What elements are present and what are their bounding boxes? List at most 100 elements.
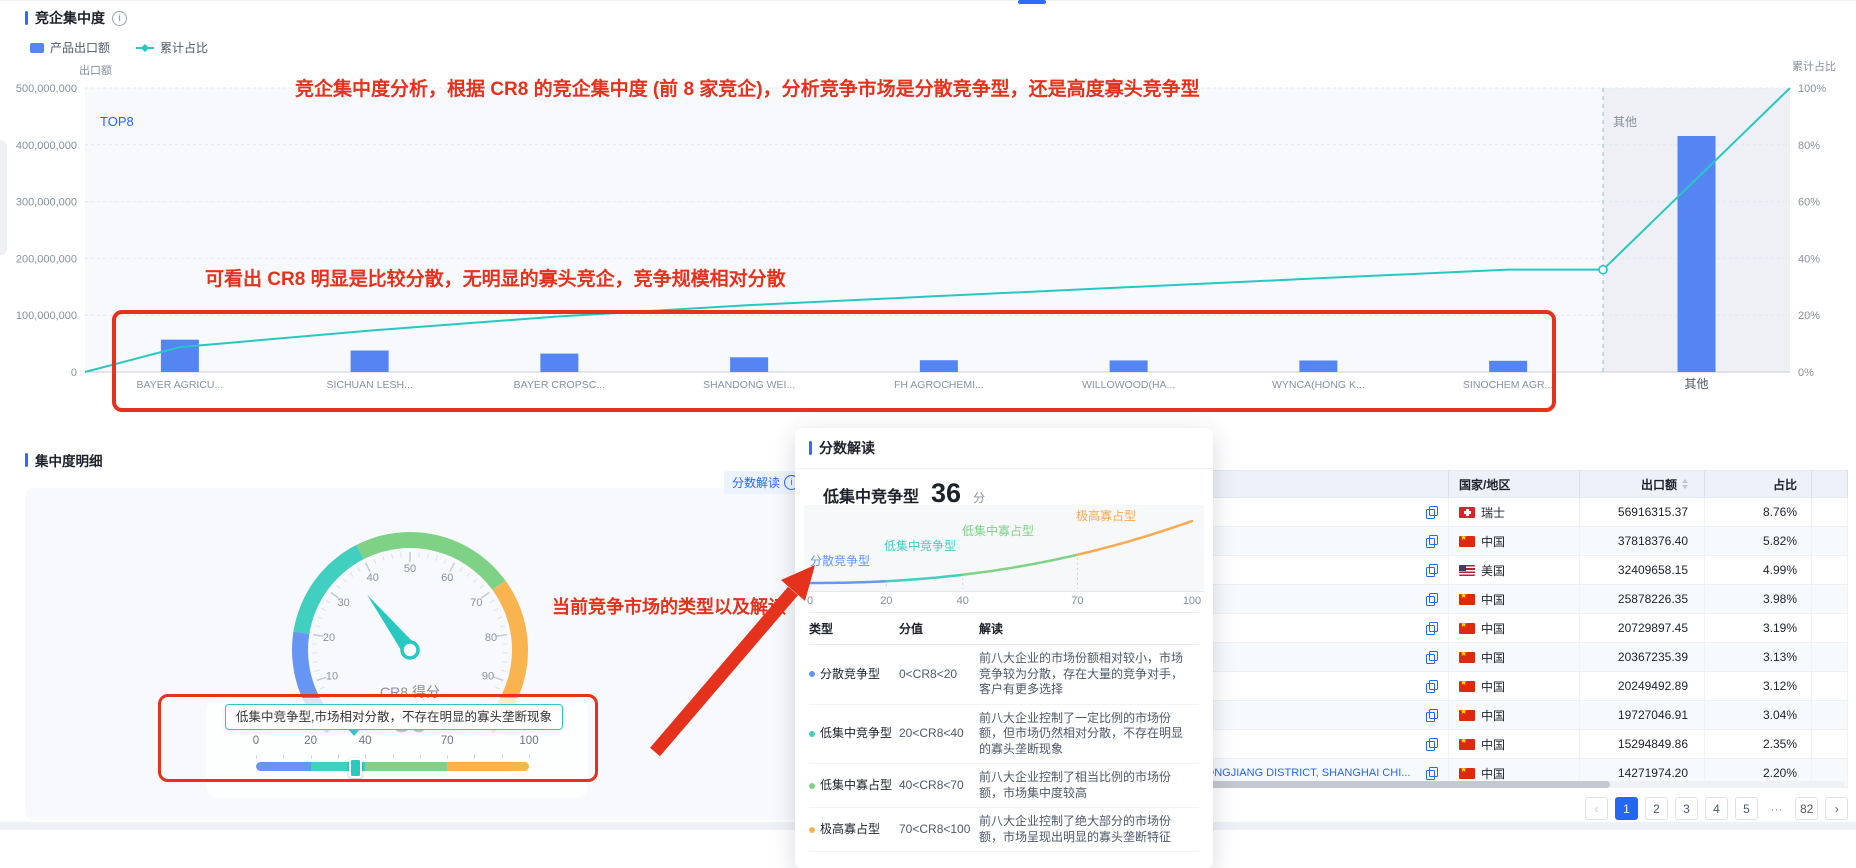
svg-text:20: 20: [323, 632, 335, 644]
svg-text:90: 90: [482, 670, 494, 682]
pagination-page-button[interactable]: 2: [1645, 797, 1668, 820]
share-value: 3.19%: [1705, 614, 1812, 642]
svg-text:100,000,000: 100,000,000: [16, 310, 77, 322]
column-header-share: 占比: [1773, 476, 1797, 493]
svg-text:500,000,000: 500,000,000: [16, 83, 77, 95]
country-flag-icon: [1459, 681, 1475, 692]
svg-text:0%: 0%: [1798, 367, 1814, 379]
share-value: 3.12%: [1705, 672, 1812, 700]
copy-icon[interactable]: [1426, 535, 1438, 548]
annotation-mid: 可看出 CR8 明显是比较分散，无明显的寡头竞企，竞争规模相对分散: [205, 264, 786, 291]
svg-text:40: 40: [367, 572, 379, 584]
export-value: 19727046.91: [1580, 701, 1705, 729]
country-name: 中国: [1481, 649, 1505, 666]
copy-icon[interactable]: [1426, 593, 1438, 606]
section-accent-bar: [25, 453, 28, 467]
sort-icon[interactable]: [1682, 479, 1688, 489]
country-name: 中国: [1481, 533, 1505, 550]
svg-text:30: 30: [338, 597, 350, 609]
export-value: 15294849.86: [1580, 730, 1705, 758]
column-header: 分值: [899, 620, 979, 637]
country-name: 美国: [1481, 562, 1505, 579]
share-value: 3.13%: [1705, 643, 1812, 671]
svg-text:70: 70: [1071, 595, 1083, 607]
country-name: 中国: [1481, 736, 1505, 753]
horizontal-scrollbar[interactable]: [1105, 781, 1845, 788]
pagination: ‹ 12345 ··· 82 ›: [1585, 797, 1848, 820]
svg-text:100: 100: [1183, 595, 1201, 607]
score-link-label: 分数解读: [732, 474, 780, 491]
country-name: 中国: [1481, 620, 1505, 637]
copy-icon[interactable]: [1426, 564, 1438, 577]
copy-icon[interactable]: [1426, 738, 1438, 751]
popup-table-row: 极高寡占型70<CR8<100前八大企业控制了绝大部分的市场份额，市场呈现出明显…: [809, 808, 1199, 852]
share-value: 5.82%: [1705, 527, 1812, 555]
pagination-page-button[interactable]: 4: [1705, 797, 1728, 820]
popup-table-row: 分散竞争型0<CR8<20前八大企业的市场份额相对较小，市场竞争较为分散，存在大…: [809, 645, 1199, 705]
score-curve-chart: 分散竞争型低集中竞争型低集中寡占型极高寡占型0204070100: [804, 505, 1204, 608]
svg-text:极高寡占型: 极高寡占型: [1076, 508, 1136, 523]
country-name: 中国: [1481, 707, 1505, 724]
country-flag-icon: [1459, 739, 1475, 750]
share-value: 8.76%: [1705, 498, 1812, 526]
category-description: 前八大企业控制了相当比例的市场份额，市场集中度较高: [979, 770, 1199, 801]
section-accent-bar: [809, 441, 812, 455]
pagination-prev-button[interactable]: ‹: [1585, 797, 1608, 820]
popup-table-row: 低集中竞争型20<CR8<40前八大企业控制了一定比例的市场份额，但市场仍然相对…: [809, 705, 1199, 765]
svg-text:70: 70: [470, 597, 482, 609]
svg-text:其他: 其他: [1613, 115, 1637, 129]
score-range: 0<CR8<20: [899, 667, 979, 683]
column-header-country: 国家/地区: [1459, 476, 1510, 493]
svg-text:400,000,000: 400,000,000: [16, 140, 77, 152]
pagination-page-button[interactable]: 1: [1615, 797, 1638, 820]
svg-text:40: 40: [957, 595, 969, 607]
category-description: 前八大企业控制了一定比例的市场份额，但市场仍然相对分散，不存在明显的寡头垄断现象: [979, 711, 1199, 758]
pagination-page-button[interactable]: 5: [1735, 797, 1758, 820]
share-value: 2.35%: [1705, 730, 1812, 758]
country-name: 中国: [1481, 678, 1505, 695]
svg-text:40%: 40%: [1798, 253, 1820, 265]
section-header-detail: 集中度明细: [25, 450, 103, 470]
copy-icon[interactable]: [1426, 767, 1438, 780]
copy-icon[interactable]: [1426, 506, 1438, 519]
score-range: 40<CR8<70: [899, 778, 979, 794]
svg-text:10: 10: [326, 670, 338, 682]
country-flag-icon: [1459, 507, 1475, 518]
score-category: 低集中竞争型: [823, 483, 919, 507]
popup-table-row: 低集中寡占型40<CR8<70前八大企业控制了相当比例的市场份额，市场集中度较高: [809, 764, 1199, 808]
svg-text:累计占比: 累计占比: [1792, 59, 1836, 73]
export-value: 20249492.89: [1580, 672, 1705, 700]
svg-text:80%: 80%: [1798, 140, 1820, 152]
export-value: 32409658.15: [1580, 556, 1705, 584]
export-value: 20367235.39: [1580, 643, 1705, 671]
column-header: 解读: [979, 620, 1199, 637]
popup-title: 分数解读: [819, 438, 875, 458]
svg-text:TOP8: TOP8: [100, 114, 134, 129]
popup-header: 分数解读: [795, 428, 1213, 469]
svg-text:60%: 60%: [1798, 197, 1820, 209]
country-name: 瑞士: [1481, 504, 1505, 521]
score-range: 20<CR8<40: [899, 726, 979, 742]
pagination-next-button[interactable]: ›: [1825, 797, 1848, 820]
svg-text:出口额: 出口额: [79, 63, 112, 77]
annotation-rect-bars: [112, 310, 1556, 412]
column-header-export: 出口额: [1641, 476, 1677, 493]
svg-text:0: 0: [71, 367, 77, 379]
copy-icon[interactable]: [1426, 709, 1438, 722]
export-value: 20729897.45: [1580, 614, 1705, 642]
country-flag-icon: [1459, 768, 1475, 779]
svg-text:20%: 20%: [1798, 310, 1820, 322]
svg-text:50: 50: [404, 563, 416, 575]
dashboard: { "header": { "title": "竞企集中度" }, "legen…: [0, 0, 1856, 830]
export-value: 37818376.40: [1580, 527, 1705, 555]
score-unit: 分: [973, 489, 985, 506]
copy-icon[interactable]: [1426, 651, 1438, 664]
pagination-ellipsis: ···: [1765, 797, 1788, 820]
copy-icon[interactable]: [1426, 622, 1438, 635]
pagination-page-button[interactable]: 3: [1675, 797, 1698, 820]
pagination-page-button[interactable]: 82: [1795, 797, 1818, 820]
country-flag-icon: [1459, 623, 1475, 634]
country-name: 中国: [1481, 765, 1505, 782]
copy-icon[interactable]: [1426, 680, 1438, 693]
annotation-top: 竞企集中度分析，根据 CR8 的竞企集中度 (前 8 家竞企)，分析竞争市场是分…: [295, 74, 1200, 101]
